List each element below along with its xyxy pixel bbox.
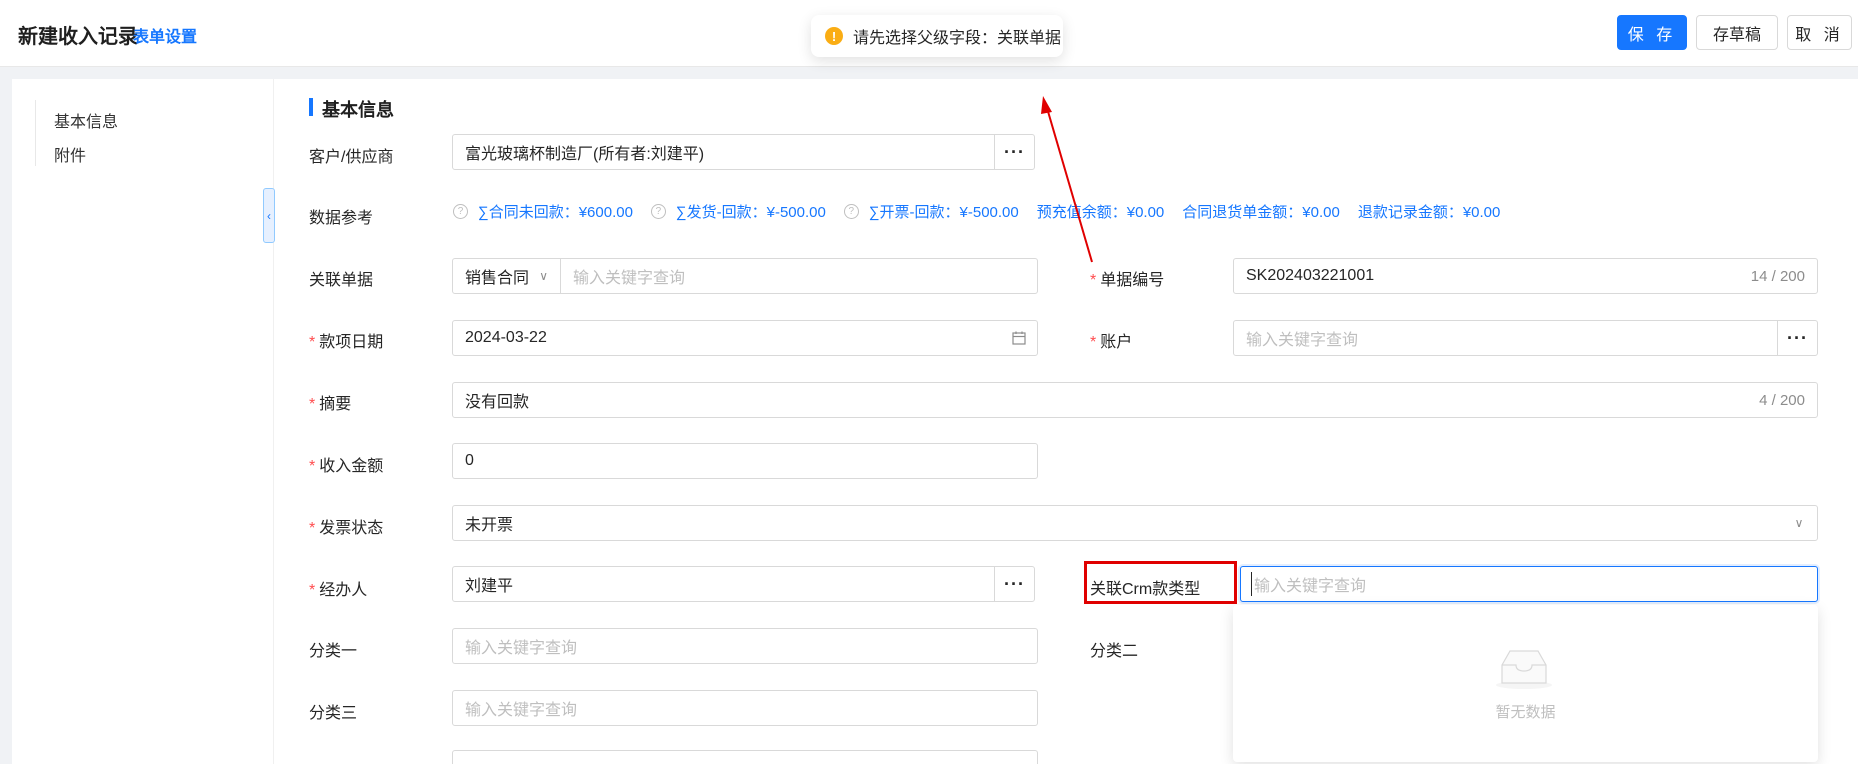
section-nav: 基本信息 附件 <box>35 100 235 166</box>
chevron-left-icon: ‹ <box>267 208 271 223</box>
save-button[interactable]: 保 存 <box>1617 15 1687 50</box>
cat1-placeholder: 输入关键字查询 <box>465 640 578 657</box>
ellipsis-icon[interactable]: ··· <box>1777 321 1817 355</box>
related-doc-input[interactable]: 输入关键字查询 <box>561 264 1037 288</box>
ellipsis-icon[interactable]: ··· <box>994 135 1034 169</box>
calendar-icon <box>1001 331 1037 345</box>
cat1-input[interactable]: 输入关键字查询 <box>452 628 1038 664</box>
question-circle-icon[interactable]: ? <box>453 204 468 219</box>
data-ref-text[interactable]: 合同退货单金额：¥0.00 <box>1182 201 1340 222</box>
account-input[interactable]: 输入关键字查询 <box>1234 326 1777 350</box>
data-ref-list: ? ∑合同未回款：¥600.00 ? ∑发货-回款：¥-500.00 ? ∑开票-回款… <box>453 201 1518 222</box>
data-ref-label: 数据参考 <box>309 210 374 227</box>
related-doc-label: 关联单据 <box>309 272 374 289</box>
warning-toast: ! 请先选择父级字段：关联单据 <box>811 15 1063 57</box>
crm-type-placeholder: 输入关键字查询 <box>1251 572 1817 596</box>
handler-value: 刘建平 <box>465 578 514 595</box>
chevron-down-icon: ∨ <box>539 269 548 283</box>
inbox-icon <box>1496 650 1552 689</box>
warning-icon: ! <box>825 27 843 45</box>
data-ref-item: ? ∑合同未回款：¥600.00 <box>453 201 633 222</box>
data-ref-text[interactable]: ∑合同未回款：¥600.00 <box>478 201 633 222</box>
doc-no-char-count: 14 / 200 <box>1750 267 1805 285</box>
summary-label: * 摘要 <box>309 396 352 413</box>
cat1-label: 分类一 <box>309 643 358 660</box>
form-settings-link[interactable]: 表单设置 <box>133 23 197 47</box>
related-doc-field: 销售合同 ∨ 输入关键字查询 <box>452 258 1038 294</box>
amount-value: 0 <box>465 452 474 469</box>
summary-input[interactable]: 没有回款 4 / 200 <box>452 382 1818 418</box>
account-field[interactable]: 输入关键字查询 ··· <box>1233 320 1818 356</box>
chevron-down-icon: ∨ <box>1794 516 1804 530</box>
cat3-input[interactable]: 输入关键字查询 <box>452 690 1038 726</box>
crm-type-input[interactable]: 输入关键字查询 <box>1240 566 1818 602</box>
invoice-status-select[interactable]: 未开票 ∨ <box>452 505 1818 541</box>
amount-label: * 收入金额 <box>309 458 384 475</box>
crm-type-dropdown: 暂无数据 <box>1233 605 1818 762</box>
handler-field[interactable]: 刘建平 ··· <box>452 566 1035 602</box>
sidenav-divider <box>273 79 274 764</box>
data-ref-item: 预充值余额：¥0.00 <box>1037 201 1165 222</box>
handler-label: * 经办人 <box>309 582 368 599</box>
data-ref-text[interactable]: ∑发货-回款：¥-500.00 <box>676 201 826 222</box>
page-title: 新建收入记录 <box>18 26 138 48</box>
annotation-highlight-box <box>1084 561 1237 604</box>
nav-item-basic-info[interactable]: 基本信息 <box>54 108 118 132</box>
next-field-partial[interactable] <box>452 750 1038 764</box>
doc-no-value: SK202403221001 <box>1246 267 1375 284</box>
question-circle-icon[interactable]: ? <box>650 204 666 219</box>
amount-input[interactable]: 0 <box>452 443 1038 479</box>
date-picker[interactable]: 2024-03-22 <box>452 320 1038 356</box>
save-draft-button[interactable]: 存草稿 <box>1696 15 1778 50</box>
question-circle-icon[interactable]: ? <box>843 204 859 219</box>
cat2-label: 分类二 <box>1090 643 1139 660</box>
customer-field[interactable]: 富光玻璃杯制造厂(所有者:刘建平) ··· <box>452 134 1035 170</box>
doc-no-input[interactable]: SK202403221001 14 / 200 <box>1233 258 1818 294</box>
data-ref-item: ? ∑开票-回款：¥-500.00 <box>843 201 1019 222</box>
data-ref-text[interactable]: 退款记录金额：¥0.00 <box>1358 201 1501 222</box>
date-value: 2024-03-22 <box>465 329 547 346</box>
data-ref-item: 退款记录金额：¥0.00 <box>1358 201 1501 222</box>
related-doc-type-value: 销售合同 <box>465 270 530 287</box>
related-doc-type-select[interactable]: 销售合同 ∨ <box>453 259 561 293</box>
cancel-button[interactable]: 取 消 <box>1787 15 1852 50</box>
data-ref-text[interactable]: ∑开票-回款：¥-500.00 <box>869 201 1019 222</box>
date-label: * 款项日期 <box>309 334 384 351</box>
account-label: * 账户 <box>1090 334 1133 351</box>
empty-text: 暂无数据 <box>1495 704 1556 721</box>
section-accent-bar <box>309 98 313 116</box>
cat3-label: 分类三 <box>309 705 358 722</box>
doc-no-label: * 单据编号 <box>1090 272 1165 289</box>
cat3-placeholder: 输入关键字查询 <box>465 702 578 719</box>
ellipsis-icon[interactable]: ··· <box>994 567 1034 601</box>
section-title: 基本信息 <box>322 100 394 120</box>
nav-item-attachments[interactable]: 附件 <box>54 142 86 166</box>
data-ref-item: 合同退货单金额：¥0.00 <box>1182 201 1340 222</box>
data-ref-text[interactable]: 预充值余额：¥0.00 <box>1037 201 1165 222</box>
data-ref-item: ? ∑发货-回款：¥-500.00 <box>650 201 826 222</box>
toast-message: 请先选择父级字段：关联单据 <box>853 30 1062 47</box>
customer-value: 富光玻璃杯制造厂(所有者:刘建平) <box>465 146 705 163</box>
summary-value: 没有回款 <box>465 394 530 411</box>
invoice-status-label: * 发票状态 <box>309 520 384 537</box>
collapse-nav-handle[interactable]: ‹ <box>263 188 275 243</box>
invoice-status-value: 未开票 <box>465 517 514 534</box>
summary-char-count: 4 / 200 <box>1759 391 1805 409</box>
customer-label: 客户/供应商 <box>309 149 394 166</box>
